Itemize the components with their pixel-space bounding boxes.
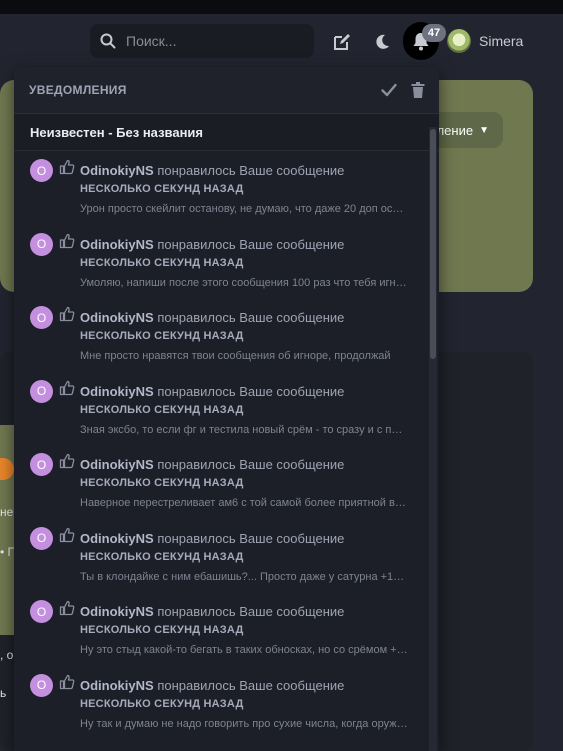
notification-text: OdinokiyNS понравилось Ваше сообщение (80, 604, 344, 619)
search-input[interactable] (124, 32, 308, 50)
notification-item[interactable]: O OdinokiyNS понравилось Ваше сообщение … (14, 592, 439, 666)
notification-action: понравилось Ваше сообщение (157, 677, 345, 693)
notification-avatar[interactable]: O (30, 232, 53, 256)
notification-preview[interactable]: Мне просто нравятся твои сообщения об иг… (80, 350, 408, 362)
notification-item[interactable]: O OdinokiyNS понравилось Ваше сообщение … (14, 372, 439, 446)
notification-user-link[interactable]: OdinokiyNS (80, 604, 154, 619)
notification-action: понравилось Ваше сообщение (157, 457, 345, 472)
thumbs-up-icon (59, 159, 75, 175)
notification-time: НЕСКОЛЬКО СЕКУНД НАЗАД (80, 256, 244, 269)
thumbs-up-icon (59, 674, 75, 689)
notification-preview[interactable]: Ну это стыд какой-то бегать в таких обно… (80, 644, 408, 656)
notification-time: НЕСКОЛЬКО СЕКУНД НАЗАД (80, 183, 244, 195)
notification-avatar[interactable]: O (30, 526, 53, 550)
notification-group-title[interactable]: Неизвестен - Без названия (14, 114, 439, 151)
notification-avatar[interactable]: O (30, 306, 53, 329)
background-text-fragment: ь (0, 686, 7, 700)
edit-icon (334, 34, 350, 50)
notification-time: НЕСКОЛЬКО СЕКУНД НАЗАД (80, 477, 244, 489)
notification-user-link[interactable]: OdinokiyNS (80, 384, 154, 399)
thumbs-up-icon (59, 380, 75, 395)
notification-action: понравилось Ваше сообщение (157, 310, 345, 325)
notification-item[interactable]: O OdinokiyNS понравилось Ваше сообщение … (14, 298, 439, 372)
notification-count-badge: 47 (422, 24, 446, 42)
panel-header: УВЕДОМЛЕНИЯ (14, 67, 439, 114)
notification-avatar[interactable]: O (30, 673, 53, 697)
notification-action: понравилось Ваше сообщение (157, 163, 345, 178)
notification-item[interactable]: O OdinokiyNS понравилось Ваше сообщение … (14, 445, 439, 519)
notification-text: OdinokiyNS понравилось Ваше сообщение (80, 163, 344, 178)
notification-text: OdinokiyNS понравилось Ваше сообщение (80, 678, 344, 693)
background-olive-block (0, 425, 14, 635)
notifications-panel: УВЕДОМЛЕНИЯ Неизвестен - Без названия O … (14, 67, 439, 751)
notification-user-link[interactable]: OdinokiyNS (80, 163, 154, 178)
notification-avatar[interactable]: O (30, 379, 53, 403)
notification-text: OdinokiyNS понравилось Ваше сообщение (80, 310, 344, 325)
notification-user-link[interactable]: OdinokiyNS (80, 531, 154, 546)
notification-list: O OdinokiyNS понравилось Ваше сообщение … (14, 151, 439, 739)
user-avatar[interactable] (447, 29, 471, 53)
notification-preview[interactable]: Ну так и думаю не надо говорить про сухи… (80, 718, 408, 730)
trash-icon[interactable] (411, 82, 425, 98)
background-text-fragment: , о (0, 648, 14, 662)
notification-action: понравилось Ваше сообщение (157, 383, 345, 399)
notification-time: НЕСКОЛЬКО СЕКУНД НАЗАД (80, 697, 244, 710)
thumbs-up-icon (59, 600, 75, 616)
notification-action: понравилось Ваше сообщение (157, 236, 345, 252)
background-text-fragment: не (0, 505, 14, 519)
search-box[interactable] (90, 24, 314, 58)
notification-avatar[interactable]: O (30, 159, 53, 182)
thumbs-up-icon (59, 527, 75, 542)
notification-preview[interactable]: Умоляю, напиши после этого сообщения 100… (80, 277, 408, 289)
notification-user-link[interactable]: OdinokiyNS (80, 237, 154, 252)
background-dropdown-label: ление (436, 122, 474, 138)
thumbs-up-icon (59, 306, 75, 322)
notification-user-link[interactable]: OdinokiyNS (80, 310, 154, 325)
thumbs-up-icon (59, 453, 75, 469)
notification-item[interactable]: O OdinokiyNS понравилось Ваше сообщение … (14, 519, 439, 593)
notification-action: понравилось Ваше сообщение (157, 604, 345, 619)
caret-down-icon: ▼ (479, 124, 489, 136)
notification-item[interactable]: O OdinokiyNS понравилось Ваше сообщение … (14, 666, 439, 740)
mark-all-read-icon[interactable] (381, 83, 397, 97)
scrollbar-thumb[interactable] (430, 129, 436, 359)
notification-item[interactable]: O OdinokiyNS понравилось Ваше сообщение … (14, 225, 439, 299)
panel-actions (381, 82, 425, 98)
notification-avatar[interactable]: O (30, 600, 53, 623)
moon-icon (376, 34, 389, 49)
notification-avatar[interactable]: O (30, 453, 53, 476)
notification-time: НЕСКОЛЬКО СЕКУНД НАЗАД (80, 330, 244, 342)
notification-preview[interactable]: Урон просто скейлит останову, не думаю, … (80, 203, 408, 215)
top-strip (0, 0, 563, 14)
new-post-button[interactable] (330, 30, 354, 54)
username-link[interactable]: Simera (479, 33, 523, 49)
notification-preview[interactable]: Ты в клондайке с ним ебашишь?... Просто … (80, 571, 408, 583)
notification-item[interactable]: O OdinokiyNS понравилось Ваше сообщение … (14, 151, 439, 225)
notification-time: НЕСКОЛЬКО СЕКУНД НАЗАД (80, 550, 244, 563)
notification-text: OdinokiyNS понравилось Ваше сообщение (80, 237, 344, 252)
notification-preview[interactable]: Наверное перестреливает ам6 с той самой … (80, 497, 408, 509)
notification-time: НЕСКОЛЬКО СЕКУНД НАЗАД (80, 624, 244, 636)
notification-text: OdinokiyNS понравилось Ваше сообщение (80, 531, 344, 546)
notification-preview[interactable]: Зная экcбо, то если фг и тестила новый с… (80, 424, 408, 436)
notification-time: НЕСКОЛЬКО СЕКУНД НАЗАД (80, 403, 244, 416)
notification-user-link[interactable]: OdinokiyNS (80, 457, 154, 472)
thumbs-up-icon (59, 233, 75, 248)
notification-text: OdinokiyNS понравилось Ваше сообщение (80, 384, 344, 399)
panel-title: УВЕДОМЛЕНИЯ (29, 83, 127, 97)
search-icon (100, 33, 116, 49)
notification-user-link[interactable]: OdinokiyNS (80, 678, 154, 693)
notification-action: понравилось Ваше сообщение (157, 530, 345, 546)
notification-text: OdinokiyNS понравилось Ваше сообщение (80, 457, 344, 472)
theme-toggle-button[interactable] (370, 30, 394, 54)
